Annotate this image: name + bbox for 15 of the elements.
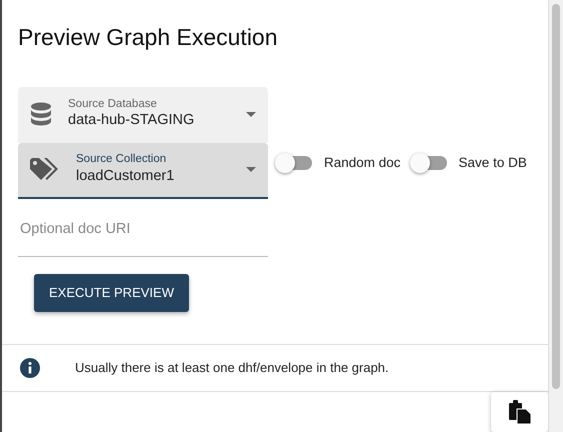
tags-icon (30, 158, 60, 182)
select-field[interactable]: Source Database data-hub-STAGING (18, 86, 268, 142)
execute-preview-button[interactable]: EXECUTE PREVIEW (34, 274, 189, 312)
toggle-switch[interactable]: Random doc (278, 152, 401, 173)
dialog-title: Preview Graph Execution (18, 23, 279, 52)
info-message: Usually there is at least one dhf/envelope in the graph. (75, 358, 389, 377)
select-field[interactable]: Source Collection loadCustomer1 (18, 142, 268, 198)
caret-icon (246, 167, 256, 172)
caret-icon (246, 112, 256, 116)
scrollbar[interactable] (548, 0, 563, 432)
clipboard-icon (508, 400, 530, 424)
toggle-switch[interactable]: Save to DB (412, 152, 527, 173)
paste-button[interactable] (491, 392, 548, 432)
database-icon (30, 102, 52, 126)
info-icon (20, 358, 40, 378)
